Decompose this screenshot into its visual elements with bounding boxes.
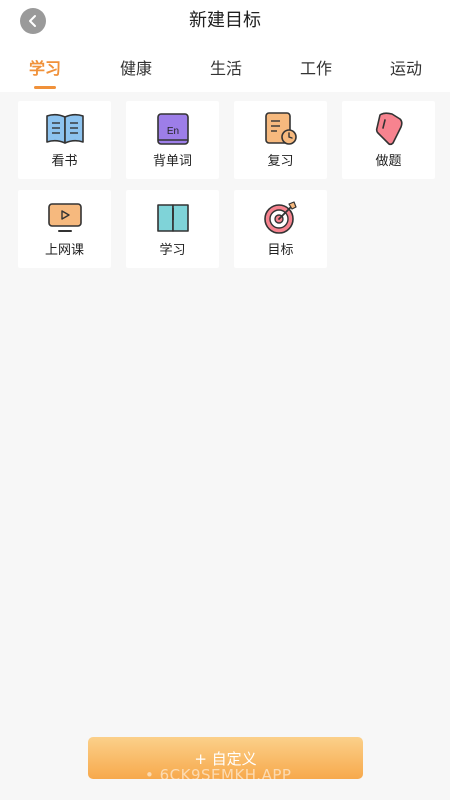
- goal-card-label: 背单词: [152, 154, 192, 169]
- pencil-icon: [375, 112, 403, 146]
- screen: 新建目标 学习 健康 生活 工作 运动 看书 En 背单词 复习 做题 上网课 …: [0, 0, 450, 800]
- tab-label: 学习: [28, 59, 61, 78]
- goal-card-target[interactable]: 目标: [234, 190, 327, 268]
- goal-card-label: 目标: [267, 243, 294, 258]
- tab-label: 健康: [119, 59, 152, 78]
- monitor-play-icon: [47, 203, 82, 232]
- target-icon: [263, 201, 297, 234]
- goal-card-online-class[interactable]: 上网课: [18, 190, 111, 268]
- goal-card-read[interactable]: 看书: [18, 101, 111, 179]
- custom-goal-label: + 自定义: [194, 749, 257, 768]
- category-tabs: 学习 健康 生活 工作 运动: [0, 56, 450, 92]
- goal-card-label: 上网课: [44, 243, 84, 258]
- study-book-icon: [156, 204, 189, 232]
- goal-card-label: 做题: [375, 154, 402, 169]
- tab-study[interactable]: 学习: [10, 56, 80, 89]
- custom-goal-button[interactable]: + 自定义: [88, 737, 363, 779]
- svg-text:En: En: [166, 126, 178, 137]
- tab-sports[interactable]: 运动: [371, 56, 441, 82]
- tab-life[interactable]: 生活: [191, 56, 261, 82]
- goal-card-label: 学习: [159, 243, 186, 258]
- goal-card-label: 复习: [267, 154, 294, 169]
- goal-card-vocabulary[interactable]: En 背单词: [126, 101, 219, 179]
- notebook-clock-icon: [264, 112, 297, 145]
- goal-card-study[interactable]: 学习: [126, 190, 219, 268]
- tab-work[interactable]: 工作: [281, 56, 351, 82]
- active-tab-indicator: [34, 86, 56, 89]
- goal-card-exercises[interactable]: 做题: [342, 101, 435, 179]
- tab-label: 生活: [209, 59, 242, 78]
- tab-label: 运动: [389, 59, 422, 78]
- page-title: 新建目标: [189, 10, 261, 31]
- top-bar: 新建目标 学习 健康 生活 工作 运动: [0, 0, 450, 92]
- tab-health[interactable]: 健康: [101, 56, 171, 82]
- tab-label: 工作: [299, 59, 332, 78]
- goal-card-label: 看书: [51, 154, 78, 169]
- open-book-icon: [45, 113, 84, 144]
- english-book-icon: En: [156, 113, 189, 145]
- goal-card-review[interactable]: 复习: [234, 101, 327, 179]
